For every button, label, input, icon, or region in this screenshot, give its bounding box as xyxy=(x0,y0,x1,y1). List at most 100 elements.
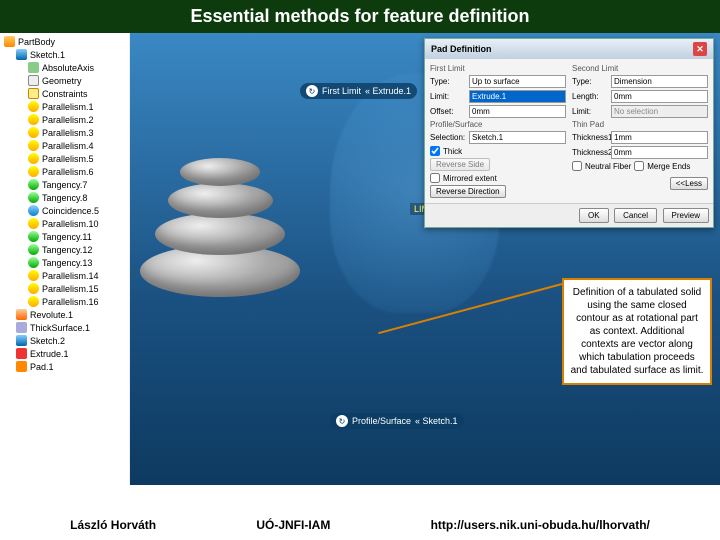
feature-icon xyxy=(28,218,39,229)
tree-item[interactable]: Tangency.11 xyxy=(0,230,129,243)
selection-field[interactable]: Sketch.1 xyxy=(469,131,566,144)
tree-item[interactable]: Tangency.12 xyxy=(0,243,129,256)
feature-icon xyxy=(28,283,39,294)
preview-button[interactable]: Preview xyxy=(663,208,709,223)
feature-icon xyxy=(28,270,39,281)
feature-icon xyxy=(16,348,27,359)
tree-item[interactable]: Extrude.1 xyxy=(0,347,129,360)
tree-item[interactable]: Parallelism.4 xyxy=(0,139,129,152)
tree-item[interactable]: Parallelism.16 xyxy=(0,295,129,308)
tree-label: Parallelism.14 xyxy=(42,271,99,281)
feature-icon xyxy=(28,244,39,255)
tree-item[interactable]: Constraints xyxy=(0,87,129,100)
tree-item[interactable]: Parallelism.6 xyxy=(0,165,129,178)
tree-label: Extrude.1 xyxy=(30,349,69,359)
feature-icon xyxy=(16,361,27,372)
neutral-checkbox[interactable] xyxy=(572,161,582,171)
tree-label: Sketch.1 xyxy=(30,50,65,60)
less-button[interactable]: <<Less xyxy=(670,177,708,190)
tree-label: Parallelism.4 xyxy=(42,141,94,151)
tree-label: Tangency.11 xyxy=(42,232,92,242)
merge-checkbox[interactable] xyxy=(634,161,644,171)
tree-label: ThickSurface.1 xyxy=(30,323,90,333)
tree-item[interactable]: Sketch.1 xyxy=(0,48,129,61)
tree-item[interactable]: AbsoluteAxis xyxy=(0,61,129,74)
feature-icon xyxy=(28,296,39,307)
tree-item[interactable]: Parallelism.10 xyxy=(0,217,129,230)
tree-item[interactable]: Parallelism.15 xyxy=(0,282,129,295)
tree-item[interactable]: Tangency.13 xyxy=(0,256,129,269)
limit2-field[interactable]: No selection xyxy=(611,105,708,118)
tree-item[interactable]: Parallelism.3 xyxy=(0,126,129,139)
viewport-3d[interactable]: ↻ First Limit« Extrude.1 LIM1 ↻ Profile/… xyxy=(130,33,720,485)
feature-icon xyxy=(16,309,27,320)
tree-label: Parallelism.3 xyxy=(42,128,94,138)
arrow-icon: ↻ xyxy=(306,85,318,97)
cancel-button[interactable]: Cancel xyxy=(614,208,657,223)
feature-icon xyxy=(28,62,39,73)
tree-label: Parallelism.2 xyxy=(42,115,94,125)
author: László Horváth xyxy=(70,518,156,532)
tree-label: Geometry xyxy=(42,76,82,86)
slide-title: Essential methods for feature definition xyxy=(0,0,720,33)
type-2-field[interactable]: Dimension xyxy=(611,75,708,88)
tree-item[interactable]: Pad.1 xyxy=(0,360,129,373)
tree-item[interactable]: PartBody xyxy=(0,35,129,48)
tree-item[interactable]: Geometry xyxy=(0,74,129,87)
mirrored-checkbox[interactable] xyxy=(430,173,440,183)
tree-item[interactable]: Parallelism.14 xyxy=(0,269,129,282)
length-field[interactable]: 0mm xyxy=(611,90,708,103)
reverse-direction-button[interactable]: Reverse Direction xyxy=(430,185,506,198)
arrow-icon: ↻ xyxy=(336,415,348,427)
feature-icon xyxy=(28,192,39,203)
feature-icon xyxy=(28,114,39,125)
feature-icon xyxy=(28,205,39,216)
callout-box: Definition of a tabulated solid using th… xyxy=(562,278,712,385)
ok-button[interactable]: OK xyxy=(579,208,609,223)
tag-first-limit[interactable]: ↻ First Limit« Extrude.1 xyxy=(300,83,417,99)
limit-field[interactable]: Extrude.1 xyxy=(469,90,566,103)
tree-item[interactable]: Revolute.1 xyxy=(0,308,129,321)
slide-footer: László Horváth UÓ-JNFI-IAM http://users.… xyxy=(0,510,720,540)
feature-icon xyxy=(16,335,27,346)
feature-icon xyxy=(28,101,39,112)
tree-item[interactable]: Tangency.8 xyxy=(0,191,129,204)
feature-icon xyxy=(28,153,39,164)
offset-field[interactable]: 0mm xyxy=(469,105,566,118)
tree-item[interactable]: Coincidence.5 xyxy=(0,204,129,217)
tree-label: Parallelism.15 xyxy=(42,284,99,294)
pad-definition-dialog: Pad Definition ✕ First Limit Type:Up to … xyxy=(424,38,714,228)
thickness1-field[interactable]: 1mm xyxy=(611,131,708,144)
tree-item[interactable]: Tangency.7 xyxy=(0,178,129,191)
feature-icon xyxy=(16,49,27,60)
tree-label: PartBody xyxy=(18,37,55,47)
tree-label: Parallelism.1 xyxy=(42,102,94,112)
url: http://users.nik.uni-obuda.hu/lhorvath/ xyxy=(431,518,650,532)
tree-item[interactable]: Parallelism.2 xyxy=(0,113,129,126)
tree-label: Parallelism.6 xyxy=(42,167,94,177)
tree-item[interactable]: ThickSurface.1 xyxy=(0,321,129,334)
tree-label: Tangency.12 xyxy=(42,245,92,255)
thickness2-field[interactable]: 0mm xyxy=(611,146,708,159)
tree-item[interactable]: Parallelism.1 xyxy=(0,100,129,113)
tree-label: Coincidence.5 xyxy=(42,206,99,216)
tree-label: Tangency.8 xyxy=(42,193,87,203)
feature-icon xyxy=(4,36,15,47)
feature-tree[interactable]: PartBody Sketch.1AbsoluteAxis Geometry Cons… xyxy=(0,33,130,485)
tree-label: Constraints xyxy=(42,89,88,99)
tree-label: Parallelism.10 xyxy=(42,219,99,229)
close-icon[interactable]: ✕ xyxy=(693,42,707,56)
tag-profile[interactable]: ↻ Profile/Surface« Sketch.1 xyxy=(330,413,464,429)
tree-item[interactable]: Sketch.2 xyxy=(0,334,129,347)
tree-label: Pad.1 xyxy=(30,362,54,372)
tree-label: Revolute.1 xyxy=(30,310,73,320)
tree-item[interactable]: Parallelism.5 xyxy=(0,152,129,165)
type-1-field[interactable]: Up to surface xyxy=(469,75,566,88)
dialog-titlebar[interactable]: Pad Definition ✕ xyxy=(425,39,713,59)
feature-icon xyxy=(28,166,39,177)
feature-icon xyxy=(28,88,39,99)
feature-icon xyxy=(28,127,39,138)
tree-label: Parallelism.5 xyxy=(42,154,94,164)
reverse-side-button[interactable]: Reverse Side xyxy=(430,158,490,171)
thick-checkbox[interactable] xyxy=(430,146,440,156)
